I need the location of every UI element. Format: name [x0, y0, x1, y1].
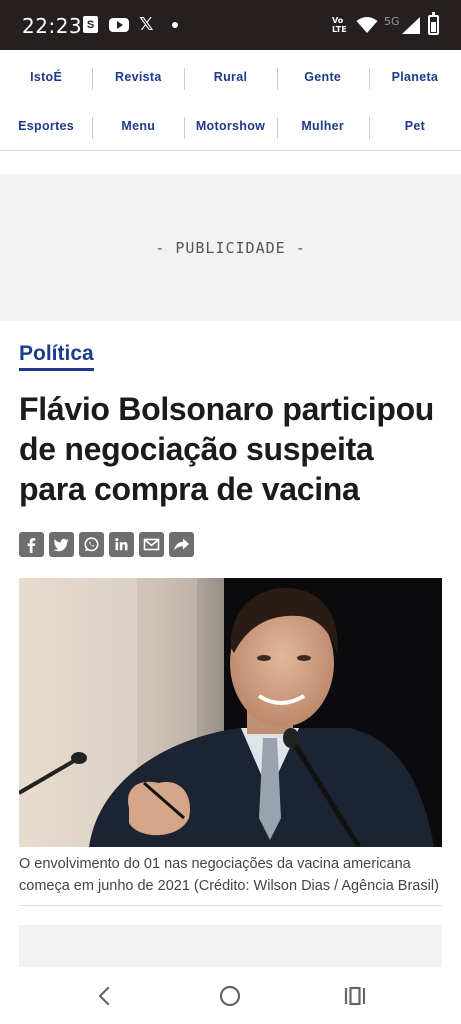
- email-icon: [143, 538, 160, 551]
- category-nav-row-2: Esportes Menu Motorshow Mulher Pet: [0, 101, 461, 151]
- nav-item-mulher[interactable]: Mulher: [276, 116, 369, 139]
- dot-icon: [172, 22, 178, 28]
- status-time: 22:23: [22, 14, 83, 38]
- x-icon: 𝕏: [139, 14, 154, 35]
- youtube-icon: [109, 18, 129, 32]
- share-bar: [19, 532, 194, 557]
- twitter-icon: [53, 538, 69, 552]
- next-content-placeholder: [19, 925, 442, 970]
- back-icon[interactable]: [91, 983, 119, 1009]
- article-photo[interactable]: [19, 578, 442, 847]
- status-bar: 22:23 S 𝕏 Vo LTE 5G: [0, 0, 461, 50]
- twitter-share-button[interactable]: [49, 532, 74, 557]
- wifi-icon: [356, 17, 378, 33]
- facebook-share-button[interactable]: [19, 532, 44, 557]
- volte-icon: Vo LTE: [332, 16, 347, 34]
- email-share-button[interactable]: [139, 532, 164, 557]
- nav-item-menu[interactable]: Menu: [92, 116, 184, 139]
- more-share-button[interactable]: [169, 532, 194, 557]
- article-headline: Flávio Bolsonaro participou de negociaçã…: [19, 391, 435, 507]
- nav-item-istoe[interactable]: IstoÉ: [0, 70, 92, 84]
- whatsapp-icon: [84, 537, 99, 552]
- category-link[interactable]: Política: [19, 342, 94, 371]
- divider: [19, 905, 442, 906]
- nav-item-planeta[interactable]: Planeta: [368, 67, 461, 90]
- nav-item-esportes[interactable]: Esportes: [0, 119, 92, 133]
- photo-caption: O envolvimento do 01 nas negociações da …: [19, 856, 439, 894]
- 5g-icon: 5G: [384, 15, 400, 28]
- volte-bottom: LTE: [332, 25, 347, 34]
- home-icon[interactable]: [216, 983, 244, 1009]
- shopping-bag-icon: S: [83, 16, 98, 33]
- nav-item-rural[interactable]: Rural: [184, 67, 276, 90]
- ad-slot[interactable]: - PUBLICIDADE -: [0, 174, 461, 321]
- whatsapp-share-button[interactable]: [79, 532, 104, 557]
- battery-icon: [428, 12, 439, 35]
- nav-item-gente[interactable]: Gente: [276, 67, 369, 90]
- signal-icon: [402, 17, 420, 34]
- volte-top: Vo: [332, 16, 344, 25]
- system-navigation-bar: [0, 967, 461, 1024]
- ad-label: - PUBLICIDADE -: [155, 238, 306, 257]
- photo-illustration: [19, 578, 442, 847]
- nav-item-pet[interactable]: Pet: [368, 116, 461, 139]
- nav-item-revista[interactable]: Revista: [92, 67, 184, 90]
- facebook-icon: [27, 538, 36, 553]
- linkedin-icon: [115, 538, 128, 551]
- linkedin-share-button[interactable]: [109, 532, 134, 557]
- category-nav-row-1: IstoÉ Revista Rural Gente Planeta: [0, 52, 461, 102]
- recents-icon[interactable]: [341, 983, 369, 1009]
- nav-item-motorshow[interactable]: Motorshow: [184, 116, 276, 139]
- share-icon: [174, 538, 189, 551]
